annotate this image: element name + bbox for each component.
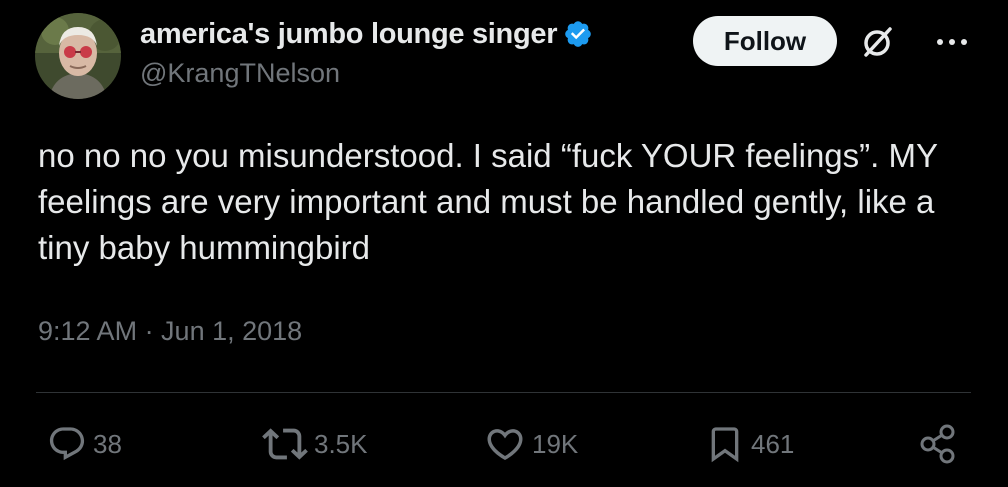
repost-button[interactable]: 3.5K [262, 420, 368, 468]
like-button[interactable]: 19K [484, 420, 578, 468]
tweet-card: america's jumbo lounge singer @KrangTNel… [0, 0, 1008, 487]
repost-icon [262, 428, 308, 460]
bookmark-count: 461 [751, 428, 795, 459]
bookmark-icon [711, 427, 739, 463]
handle[interactable]: @KrangTNelson [140, 58, 593, 89]
like-count: 19K [532, 428, 579, 459]
divider [36, 392, 971, 393]
share-icon [920, 424, 955, 464]
share-button[interactable] [916, 420, 960, 468]
tweet-text: no no no you misunderstood. I said “fuck… [38, 137, 938, 266]
heart-icon [487, 429, 523, 461]
follow-button[interactable]: Follow [693, 16, 837, 66]
display-name[interactable]: america's jumbo lounge singer [140, 18, 558, 51]
bookmark-button[interactable]: 461 [705, 420, 794, 468]
reply-count: 38 [93, 428, 122, 459]
more-options-icon[interactable] [932, 24, 972, 60]
display-name-row: america's jumbo lounge singer [140, 14, 593, 54]
grok-icon[interactable] [858, 22, 898, 62]
avatar-image [35, 13, 121, 99]
reply-icon [49, 427, 85, 461]
timestamp[interactable]: 9:12 AM · Jun 1, 2018 [38, 316, 302, 347]
reply-button[interactable]: 38 [47, 420, 122, 468]
avatar[interactable] [35, 13, 121, 99]
repost-count: 3.5K [314, 428, 368, 459]
author-info: america's jumbo lounge singer @KrangTNel… [140, 14, 593, 89]
verified-badge-icon[interactable] [563, 19, 593, 49]
